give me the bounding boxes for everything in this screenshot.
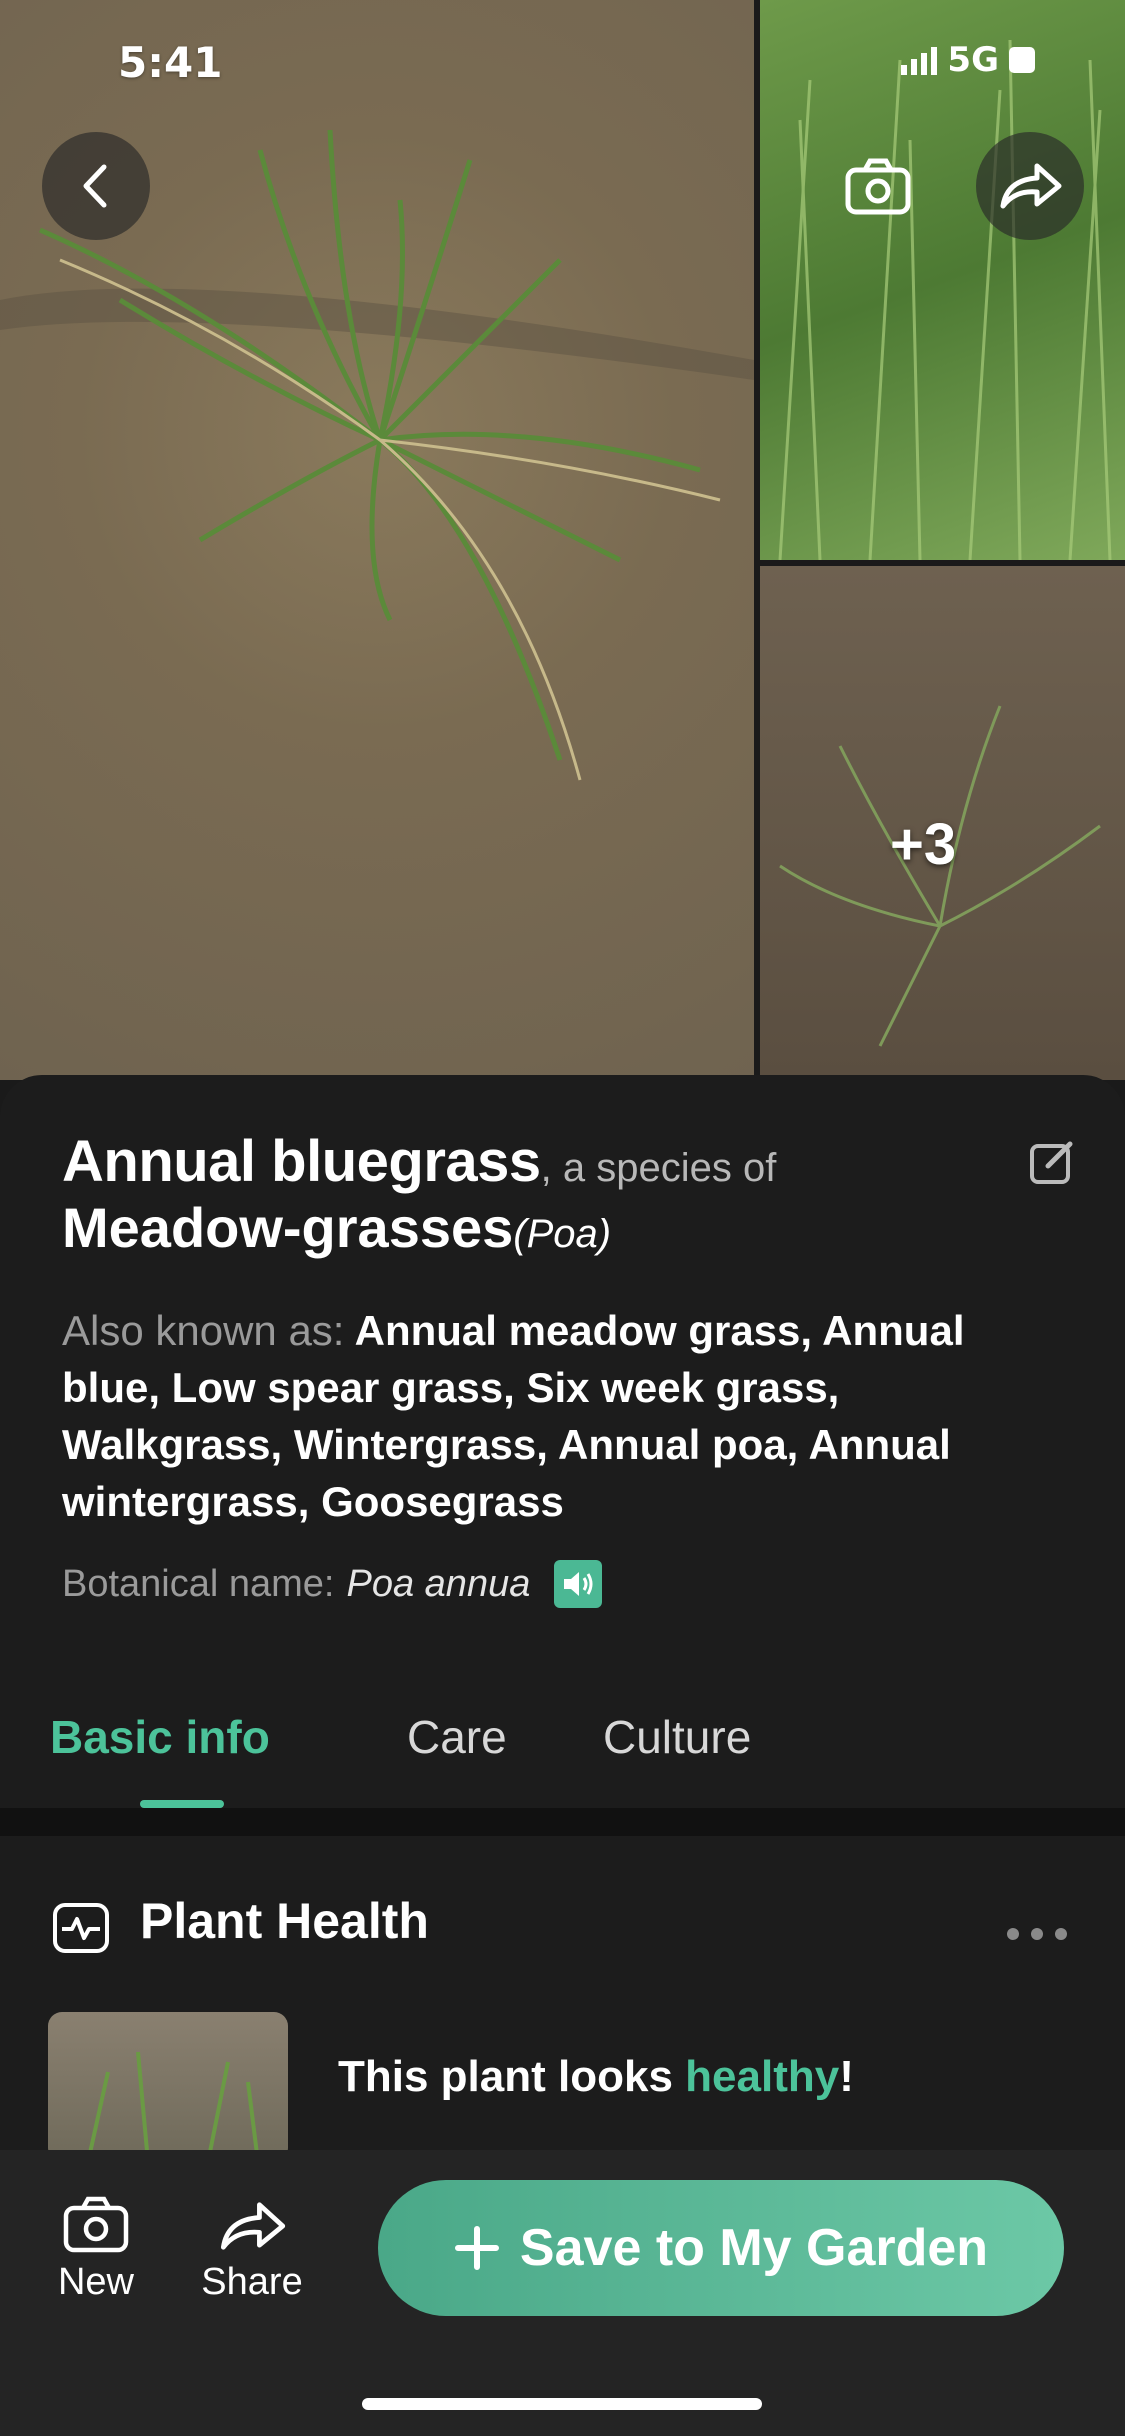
more-icon [1007,1928,1067,1940]
grass-photo-art [778,39,1112,560]
back-button[interactable] [42,132,150,240]
pronounce-button[interactable] [554,1560,603,1608]
plant-name-heading: Annual bluegrass, a species of Meadow-gr… [62,1128,1012,1260]
aka-label: Also known as: [62,1307,345,1354]
new-label: New [57,2261,135,2303]
save-to-garden-button[interactable]: Save to My Garden [378,2180,1064,2316]
status-time: 5:41 [118,38,223,87]
tab-basic-info[interactable]: Basic info [50,1710,270,1764]
gallery-photo-2[interactable] [760,0,1125,560]
share-icon [1000,163,1062,209]
active-tab-indicator [140,1800,224,1808]
botanical-name-row: Botanical name: Poa annua [62,1560,603,1608]
tab-care[interactable]: Care [407,1710,507,1764]
share-bottom-button[interactable]: Share [190,2196,314,2304]
share-button[interactable] [976,132,1084,240]
also-known-as: Also known as: Annual meadow grass, Annu… [62,1302,1062,1530]
status-icons: 5G [901,40,1035,80]
tab-culture[interactable]: Culture [603,1710,751,1764]
share-icon [220,2202,286,2250]
signal-icon [901,45,938,75]
genus-common-name[interactable]: Meadow-grasses [62,1196,513,1259]
thumbnail-art [86,2051,260,2162]
save-label: Save to My Garden [519,2219,989,2277]
edit-icon [1030,1141,1073,1184]
health-status-text: This plant looks healthy! [338,2052,854,2102]
botanical-label: Botanical name: [62,1562,335,1605]
section-divider [0,1808,1125,1836]
camera-icon [63,2196,129,2253]
speaker-icon [564,1572,593,1596]
edit-button[interactable] [1028,1138,1076,1191]
more-button[interactable] [1006,1906,1068,1951]
new-button[interactable]: New [48,2194,144,2304]
health-thumbnail[interactable] [48,2012,288,2162]
home-indicator [362,2398,762,2410]
camera-icon [845,158,911,215]
health-status-suffix: ! [839,2052,854,2101]
more-photos-count: +3 [890,812,957,877]
battery-icon [1009,47,1035,73]
common-name: Annual bluegrass [62,1129,541,1194]
genus-latin-name: (Poa) [513,1212,612,1256]
plant-health-title: Plant Health [140,1893,429,1949]
network-type: 5G [947,40,999,80]
plus-icon [454,2226,499,2270]
health-monitor-icon [52,1902,110,1959]
botanical-name: Poa annua [346,1562,531,1605]
back-icon [83,164,107,208]
species-of-label: , a species of [540,1146,777,1190]
health-status-word: healthy [685,2052,840,2101]
camera-button[interactable] [824,132,932,240]
gallery-photo-3[interactable]: +3 [760,566,1125,1080]
share-label: Share [201,2261,303,2303]
health-status-prefix: This plant looks [338,2052,686,2101]
